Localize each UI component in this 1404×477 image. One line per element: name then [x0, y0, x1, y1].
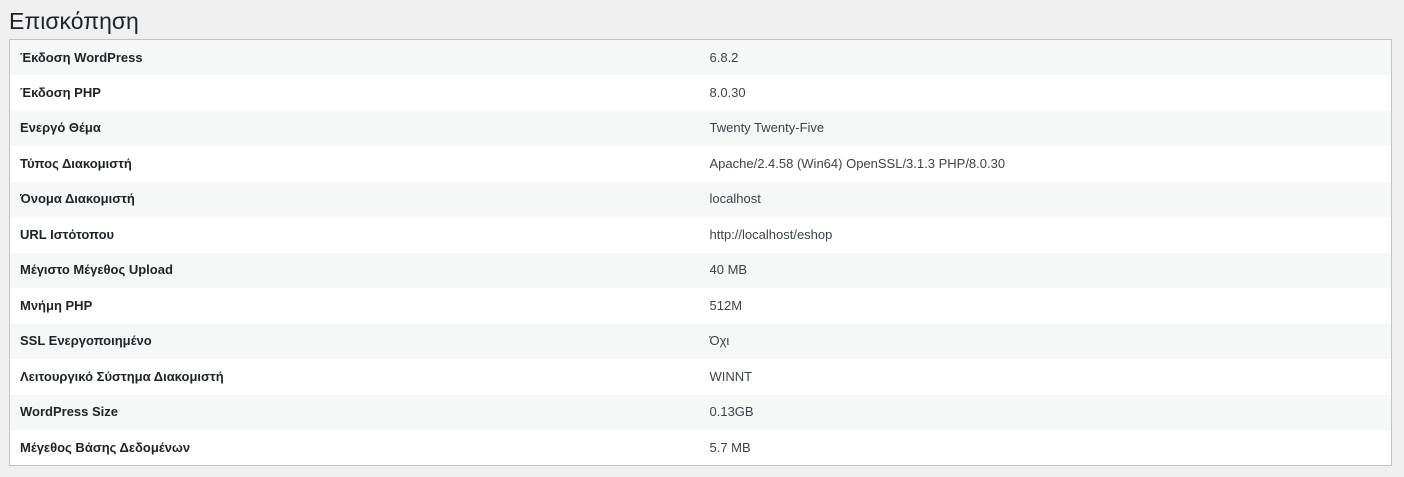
row-value: WINNT [709, 368, 753, 384]
row-label: SSL Ενεργοποιημένο [9, 323, 700, 359]
table-row: Έκδοση WordPress 6.8.2 [9, 39, 1392, 75]
table-row: Μέγιστο Μέγεθος Upload 40 MB [9, 252, 1392, 288]
row-label: Ενεργό Θέμα [9, 110, 700, 146]
table-row: Μέγεθος Βάσης Δεδομένων 5.7 MB [10, 430, 1392, 466]
row-label: Μνήμη PHP [20, 297, 93, 313]
row-label: Έκδοση WordPress [9, 39, 700, 75]
row-value: 512M [709, 297, 743, 313]
row-value: http://localhost/eshop [709, 226, 833, 242]
row-label: Τύπος Διακομιστή [20, 155, 132, 171]
table-row: URL Ιστότοπου http://localhost/eshop [10, 217, 1392, 253]
row-value: 0.13GB [699, 394, 1392, 430]
row-value: 6.8.2 [699, 39, 1392, 75]
row-value: 8.0.30 [709, 84, 746, 100]
overview-panel: Επισκόπηση Έκδοση WordPress 6.8.2 Έκδοση… [0, 0, 1404, 477]
table-row: WordPress Size 0.13GB [9, 394, 1392, 430]
table-row: Λειτουργικό Σύστημα Διακομιστή WINNT [10, 359, 1392, 395]
row-value: Apache/2.4.58 (Win64) OpenSSL/3.1.3 PHP/… [709, 155, 1006, 171]
table-row: Όνομα Διακομιστή localhost [9, 181, 1392, 217]
row-label: Λειτουργικό Σύστημα Διακομιστή [20, 368, 224, 384]
page-title: Επισκόπηση [9, 8, 139, 34]
row-label: Έκδοση PHP [20, 84, 101, 100]
row-value: localhost [699, 181, 1392, 217]
row-value: Twenty Twenty-Five [699, 110, 1392, 146]
table-row: SSL Ενεργοποιημένο Όχι [9, 323, 1392, 359]
row-label: Μέγεθος Βάσης Δεδομένων [20, 439, 191, 455]
table-row: Ενεργό Θέμα Twenty Twenty-Five [9, 110, 1392, 146]
table-row: Τύπος Διακομιστή Apache/2.4.58 (Win64) O… [10, 146, 1392, 182]
row-label: WordPress Size [9, 394, 700, 430]
row-value: 40 MB [699, 252, 1392, 288]
row-label: Όνομα Διακομιστή [9, 181, 700, 217]
row-label: URL Ιστότοπου [20, 226, 115, 242]
system-info-table: Έκδοση WordPress 6.8.2 Έκδοση PHP 8.0.30… [9, 39, 1392, 466]
row-value: 5.7 MB [709, 439, 751, 455]
row-value: Όχι [699, 323, 1392, 359]
table-row: Μνήμη PHP 512M [10, 288, 1392, 324]
row-label: Μέγιστο Μέγεθος Upload [9, 252, 700, 288]
table-row: Έκδοση PHP 8.0.30 [10, 75, 1392, 111]
